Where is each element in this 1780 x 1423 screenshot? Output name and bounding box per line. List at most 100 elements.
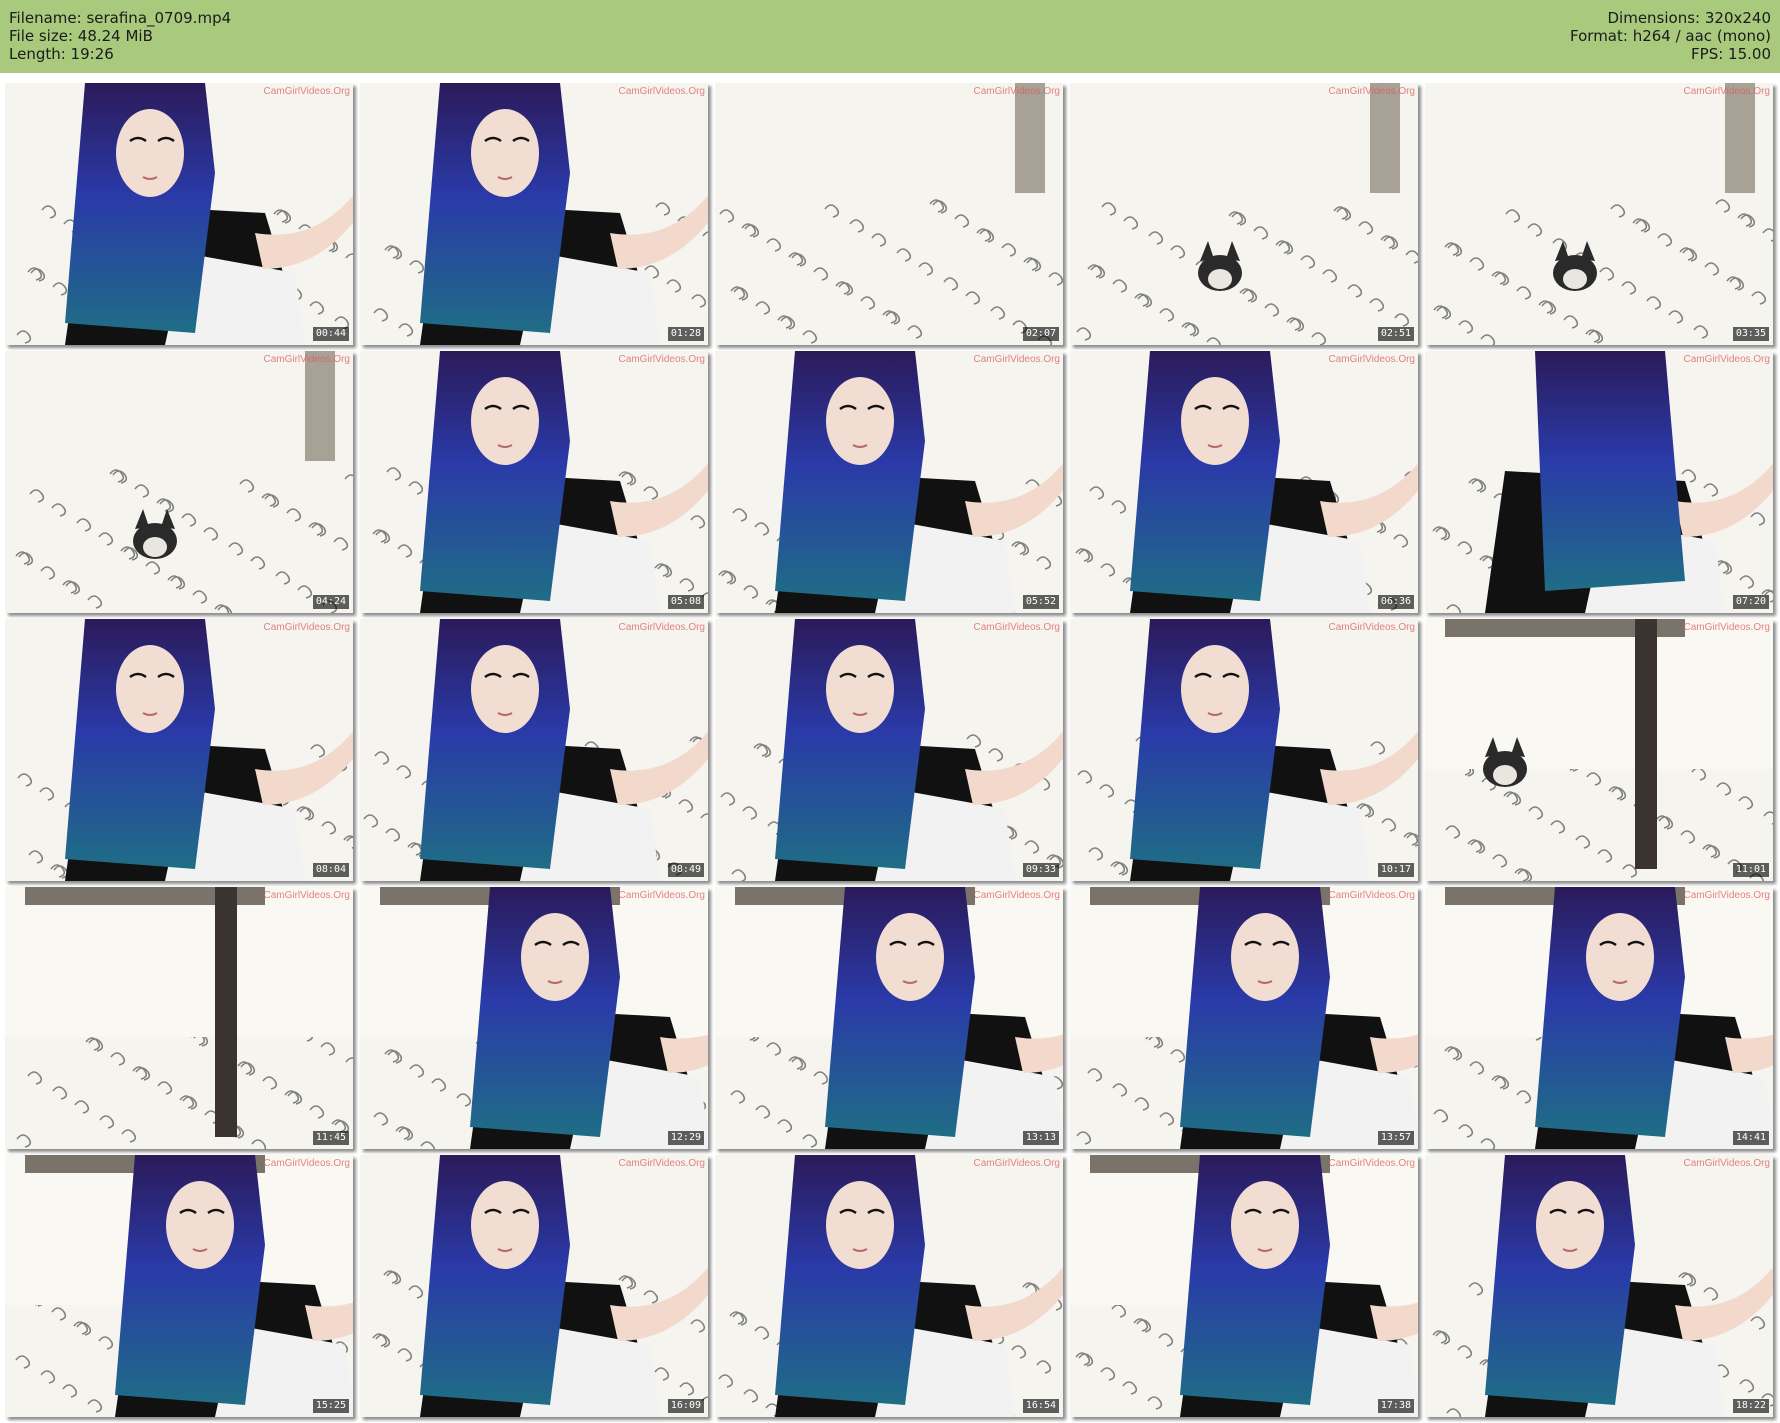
watermark-text: CamGirlVideos.Org: [1683, 354, 1770, 365]
frame-image: [1425, 83, 1773, 345]
watermark-text: CamGirlVideos.Org: [618, 1158, 705, 1169]
frame-image: [715, 83, 1063, 345]
watermark-text: CamGirlVideos.Org: [618, 622, 705, 633]
frame-image: [1070, 887, 1418, 1149]
frame-image: [5, 351, 353, 613]
timestamp-label: 08:49: [667, 863, 704, 877]
watermark-text: CamGirlVideos.Org: [973, 622, 1060, 633]
frame-image: [360, 619, 708, 881]
thumbnail-frame: CamGirlVideos.Org 16:09: [360, 1155, 708, 1417]
watermark-text: CamGirlVideos.Org: [973, 890, 1060, 901]
frame-image: [360, 1155, 708, 1417]
frame-image: [360, 351, 708, 613]
timestamp-label: 07:20: [1732, 595, 1769, 609]
timestamp-label: 04:24: [312, 595, 349, 609]
frame-image: [360, 887, 708, 1149]
timestamp-label: 01:28: [667, 327, 704, 341]
timestamp-label: 18:22: [1732, 1399, 1769, 1413]
watermark-text: CamGirlVideos.Org: [263, 86, 350, 97]
info-header: Filename: serafina_0709.mp4 File size: 4…: [0, 0, 1780, 73]
thumbnail-frame: CamGirlVideos.Org 05:08: [360, 351, 708, 613]
timestamp-label: 05:52: [1022, 595, 1059, 609]
watermark-text: CamGirlVideos.Org: [973, 86, 1060, 97]
timestamp-label: 10:17: [1377, 863, 1414, 877]
timestamp-label: 16:54: [1022, 1399, 1059, 1413]
timestamp-label: 13:13: [1022, 1131, 1059, 1145]
thumbnail-frame: CamGirlVideos.Org 07:20: [1425, 351, 1773, 613]
filesize-text: File size: 48.24 MiB: [9, 27, 153, 45]
fps-text: FPS: 15.00: [1691, 45, 1771, 63]
timestamp-label: 02:51: [1377, 327, 1414, 341]
frame-image: [1425, 619, 1773, 881]
thumbnail-frame: CamGirlVideos.Org 02:07: [715, 83, 1063, 345]
thumbnail-frame: CamGirlVideos.Org 04:24: [5, 351, 353, 613]
watermark-text: CamGirlVideos.Org: [1328, 86, 1415, 97]
thumbnail-frame: CamGirlVideos.Org 15:25: [5, 1155, 353, 1417]
timestamp-label: 13:57: [1377, 1131, 1414, 1145]
frame-image: [1425, 1155, 1773, 1417]
frame-image: [715, 351, 1063, 613]
thumbnail-frame: CamGirlVideos.Org 11:01: [1425, 619, 1773, 881]
thumbnail-frame: CamGirlVideos.Org 05:52: [715, 351, 1063, 613]
thumbnail-frame: CamGirlVideos.Org 03:35: [1425, 83, 1773, 345]
frame-image: [1070, 619, 1418, 881]
thumbnail-frame: CamGirlVideos.Org 18:22: [1425, 1155, 1773, 1417]
dimensions-text: Dimensions: 320x240: [1607, 9, 1771, 27]
thumbnail-frame: CamGirlVideos.Org 17:38: [1070, 1155, 1418, 1417]
frame-image: [5, 83, 353, 345]
watermark-text: CamGirlVideos.Org: [1683, 86, 1770, 97]
watermark-text: CamGirlVideos.Org: [1328, 1158, 1415, 1169]
thumbnail-frame: CamGirlVideos.Org 13:57: [1070, 887, 1418, 1149]
watermark-text: CamGirlVideos.Org: [618, 890, 705, 901]
thumbnail-frame: CamGirlVideos.Org 16:54: [715, 1155, 1063, 1417]
thumbnail-frame: CamGirlVideos.Org 08:49: [360, 619, 708, 881]
watermark-text: CamGirlVideos.Org: [618, 86, 705, 97]
thumbnail-frame: CamGirlVideos.Org 11:45: [5, 887, 353, 1149]
filename-text: Filename: serafina_0709.mp4: [9, 9, 232, 27]
thumbnail-frame: CamGirlVideos.Org 14:41: [1425, 887, 1773, 1149]
frame-image: [1070, 1155, 1418, 1417]
frame-image: [5, 1155, 353, 1417]
timestamp-label: 00:44: [312, 327, 349, 341]
frame-image: [715, 887, 1063, 1149]
timestamp-label: 09:33: [1022, 863, 1059, 877]
timestamp-label: 03:35: [1732, 327, 1769, 341]
thumbnail-frame: CamGirlVideos.Org 01:28: [360, 83, 708, 345]
thumbnail-frame: CamGirlVideos.Org 06:36: [1070, 351, 1418, 613]
frame-image: [5, 619, 353, 881]
watermark-text: CamGirlVideos.Org: [1683, 622, 1770, 633]
thumbnail-frame: CamGirlVideos.Org 02:51: [1070, 83, 1418, 345]
timestamp-label: 12:29: [667, 1131, 704, 1145]
timestamp-label: 17:38: [1377, 1399, 1414, 1413]
frame-image: [360, 83, 708, 345]
timestamp-label: 08:04: [312, 863, 349, 877]
watermark-text: CamGirlVideos.Org: [973, 354, 1060, 365]
file-info: Filename: serafina_0709.mp4 File size: 4…: [9, 9, 231, 63]
thumbnail-frame: CamGirlVideos.Org 00:44: [5, 83, 353, 345]
thumbnail-frame: CamGirlVideos.Org 12:29: [360, 887, 708, 1149]
watermark-text: CamGirlVideos.Org: [1328, 890, 1415, 901]
timestamp-label: 02:07: [1022, 327, 1059, 341]
watermark-text: CamGirlVideos.Org: [263, 622, 350, 633]
frame-image: [1070, 351, 1418, 613]
thumbnail-frame: CamGirlVideos.Org 13:13: [715, 887, 1063, 1149]
thumbnail-frame: CamGirlVideos.Org 08:04: [5, 619, 353, 881]
thumbnail-frame: CamGirlVideos.Org 09:33: [715, 619, 1063, 881]
timestamp-label: 11:45: [312, 1131, 349, 1145]
format-text: Format: h264 / aac (mono): [1570, 27, 1771, 45]
timestamp-label: 15:25: [312, 1399, 349, 1413]
timestamp-label: 14:41: [1732, 1131, 1769, 1145]
watermark-text: CamGirlVideos.Org: [618, 354, 705, 365]
frame-image: [715, 1155, 1063, 1417]
frame-image: [1425, 351, 1773, 613]
watermark-text: CamGirlVideos.Org: [263, 354, 350, 365]
timestamp-label: 11:01: [1732, 863, 1769, 877]
frame-image: [1070, 83, 1418, 345]
length-text: Length: 19:26: [9, 45, 114, 63]
watermark-text: CamGirlVideos.Org: [1683, 890, 1770, 901]
thumbnail-grid: CamGirlVideos.Org 00:44 CamGirlVideos.Org 0…: [5, 83, 1775, 1417]
watermark-text: CamGirlVideos.Org: [1328, 354, 1415, 365]
watermark-text: CamGirlVideos.Org: [263, 890, 350, 901]
frame-image: [715, 619, 1063, 881]
timestamp-label: 16:09: [667, 1399, 704, 1413]
